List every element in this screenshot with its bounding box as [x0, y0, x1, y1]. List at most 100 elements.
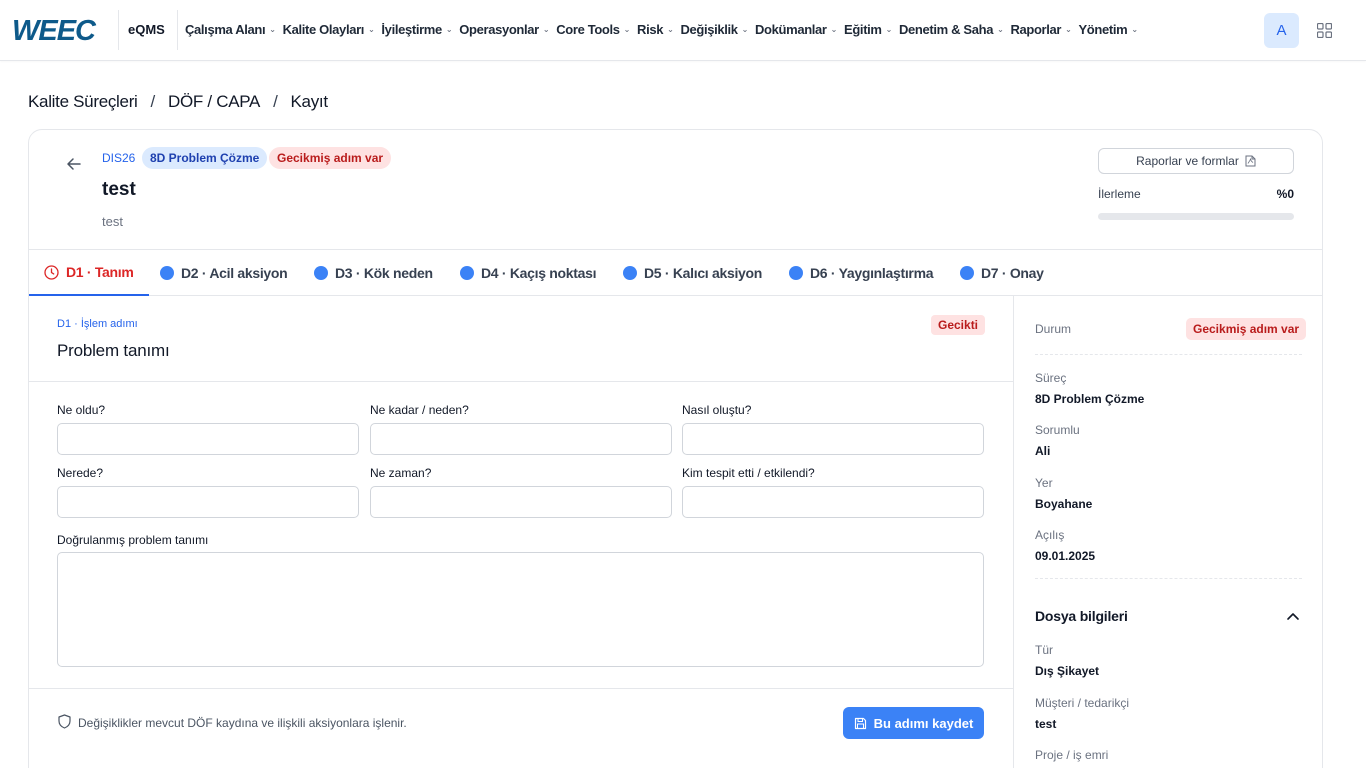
chevron-up-icon[interactable] [1286, 610, 1300, 622]
tab-d2[interactable]: D2 · Acil aksiyon [160, 250, 288, 296]
reports-forms-button[interactable]: Raporlar ve formlar [1098, 148, 1294, 174]
what-happened-input[interactable] [57, 423, 359, 455]
panel-divider [1013, 296, 1014, 768]
type-value: Dış Şikayet [1035, 664, 1100, 678]
breadcrumb: Kalite Süreçleri / DÖF / CAPA / Kayıt [28, 92, 328, 112]
step-label: D1 · İşlem adımı [57, 318, 138, 330]
nav-label: Denetim & Saha [899, 22, 994, 37]
status-dot-icon [623, 266, 637, 280]
late-badge: Gecikti [931, 315, 986, 335]
field-label-how-much: Ne kadar / neden? [370, 403, 469, 417]
reports-button-label: Raporlar ve formlar [1136, 154, 1239, 168]
nav-item-kalite-olaylari[interactable]: Kalite Olayları ⌄ [283, 22, 382, 37]
tab-d7[interactable]: D7 · Onay [960, 250, 1044, 296]
how-occurred-input[interactable] [682, 423, 984, 455]
status-dot-icon [789, 266, 803, 280]
breadcrumb-item[interactable]: Kalite Süreçleri [28, 92, 138, 111]
tab-label: D2 · Acil aksiyon [181, 265, 288, 281]
save-step-button[interactable]: Bu adımı kaydet [843, 707, 984, 739]
tab-label: D4 · Kaçış noktası [481, 265, 597, 281]
status-label: Durum [1035, 322, 1072, 336]
chevron-down-icon: ⌄ [445, 25, 453, 34]
status-dot-icon [460, 266, 474, 280]
tab-d1[interactable]: D1 · Tanım [29, 250, 149, 296]
nav-item-degisiklik[interactable]: Değişiklik ⌄ [680, 22, 755, 37]
chevron-down-icon: ⌄ [885, 25, 893, 34]
tab-label: D5 · Kalıcı aksiyon [644, 265, 763, 281]
where-input[interactable] [57, 486, 359, 518]
status-dot-icon [960, 266, 974, 280]
chevron-down-icon: ⌄ [542, 25, 550, 34]
nav-item-egitim[interactable]: Eğitim ⌄ [844, 22, 899, 37]
clock-icon [44, 264, 59, 280]
customer-label: Müşteri / tedarikçi [1035, 696, 1130, 710]
nav-item-calisma-alani[interactable]: Çalışma Alanı ⌄ [185, 22, 283, 37]
product-name: eQMS [128, 22, 165, 37]
tab-label: D1 · Tanım [66, 264, 134, 280]
product-divider [177, 10, 178, 50]
field-label-when: Ne zaman? [370, 466, 432, 480]
type-label: Tür [1035, 643, 1053, 657]
nav-label: Kalite Olayları [282, 22, 365, 37]
tab-d5[interactable]: D5 · Kalıcı aksiyon [623, 250, 762, 296]
chevron-down-icon: ⌄ [1065, 25, 1072, 34]
customer-value: test [1035, 717, 1057, 731]
nav-item-dokumanlar[interactable]: Dokümanlar ⌄ [755, 22, 844, 37]
progress-value: %0 [1276, 187, 1294, 201]
form-divider [29, 381, 1013, 382]
weec-logo[interactable]: WEEC [12, 15, 110, 45]
place-value: Boyahane [1035, 497, 1093, 511]
tab-d6[interactable]: D6 · Yaygınlaştırma [789, 250, 934, 296]
nav-item-yonetim[interactable]: Yönetim ⌄ [1078, 22, 1144, 37]
nav-label: Raporlar [1010, 22, 1062, 37]
chevron-down-icon: ⌄ [741, 25, 749, 34]
chevron-down-icon: ⌄ [830, 25, 838, 34]
step-tabs: D1 · Tanım D2 · Acil aksiyon D3 · Kök ne… [29, 250, 1322, 296]
chevron-down-icon: ⌄ [368, 25, 375, 34]
side-status-badge: Gecikmiş adım var [1186, 318, 1307, 340]
tab-label: D6 · Yaygınlaştırma [810, 265, 934, 281]
nav-label: Operasyonlar [459, 22, 539, 37]
chevron-down-icon: ⌄ [1131, 25, 1138, 34]
footer-note: Değişiklikler mevcut DÖF kaydına ve iliş… [78, 716, 407, 730]
main-nav: Çalışma Alanı ⌄ Kalite Olayları ⌄ İyileşti… [185, 22, 1145, 37]
file-info-heading[interactable]: Dosya bilgileri [1035, 608, 1128, 624]
tab-d4[interactable]: D4 · Kaçış noktası [460, 250, 597, 296]
process-type-badge: 8D Problem Çözme [142, 147, 268, 169]
verified-problem-textarea[interactable] [57, 552, 984, 667]
place-label: Yer [1035, 476, 1053, 490]
who-detected-input[interactable] [682, 486, 984, 518]
breadcrumb-separator: / [273, 92, 278, 111]
shield-icon [58, 714, 71, 729]
how-much-input[interactable] [370, 423, 672, 455]
tab-d3[interactable]: D3 · Kök neden [314, 250, 433, 296]
nav-item-risk[interactable]: Risk ⌄ [637, 22, 680, 37]
nav-item-operasyonlar[interactable]: Operasyonlar ⌄ [459, 22, 556, 37]
nav-item-core-tools[interactable]: Core Tools ⌄ [556, 22, 637, 37]
nav-label: Yönetim [1078, 22, 1128, 37]
user-avatar[interactable]: A [1264, 13, 1299, 48]
progress-bar [1098, 213, 1294, 220]
logo-divider [118, 10, 119, 50]
nav-label: Çalışma Alanı [185, 22, 266, 37]
field-label-where: Nerede? [57, 466, 104, 480]
back-arrow-icon[interactable] [66, 156, 82, 172]
side-divider [1035, 578, 1302, 579]
nav-item-iyilestirme[interactable]: İyileştirme ⌄ [381, 22, 459, 37]
nav-item-denetim-saha[interactable]: Denetim & Saha ⌄ [899, 22, 1010, 37]
grid-icon[interactable] [1317, 23, 1332, 38]
nav-item-raporlar[interactable]: Raporlar ⌄ [1010, 22, 1078, 37]
breadcrumb-item-current: Kayıt [290, 92, 329, 111]
project-label: Proje / iş emri [1035, 748, 1109, 762]
breadcrumb-separator: / [150, 92, 156, 111]
breadcrumb-item[interactable]: DÖF / CAPA [168, 92, 260, 111]
top-navbar: WEEC eQMS Çalışma Alanı ⌄ Kalite Olayları… [0, 0, 1366, 61]
field-label-what: Ne oldu? [57, 403, 106, 417]
when-input[interactable] [370, 486, 672, 518]
svg-text:WEEC: WEEC [12, 15, 97, 45]
tab-label: D3 · Kök neden [335, 265, 433, 281]
owner-value: Ali [1035, 444, 1051, 458]
record-title: test [102, 179, 136, 200]
chevron-down-icon: ⌄ [269, 25, 276, 34]
field-label-verified: Doğrulanmış problem tanımı [57, 533, 209, 547]
